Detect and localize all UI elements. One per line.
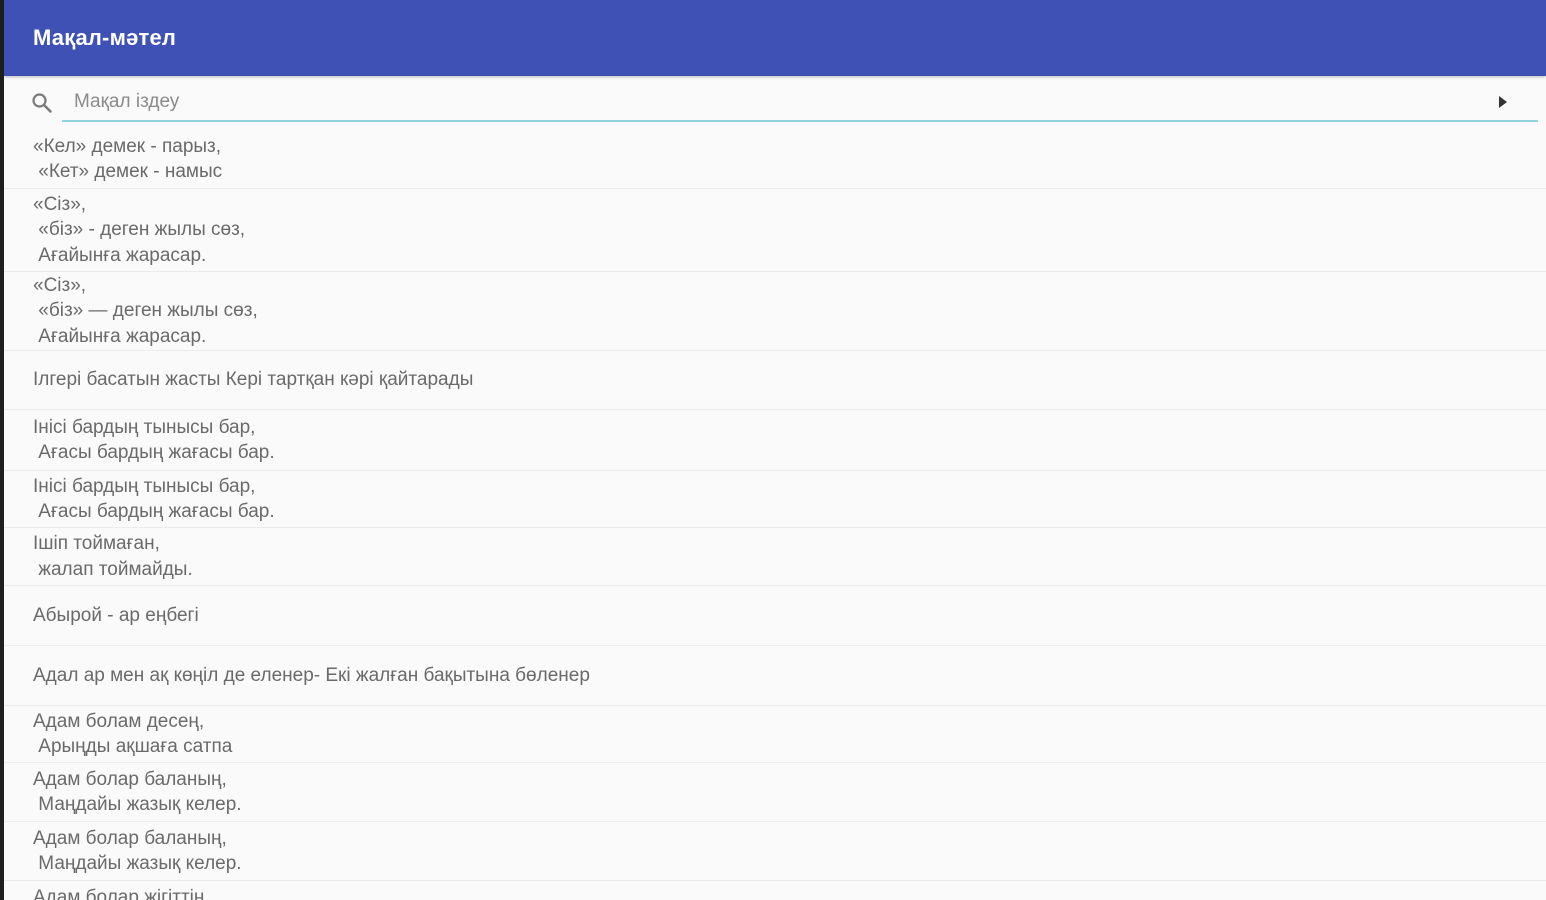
app-title: Мақал-мәтел <box>33 25 177 50</box>
proverb-list[interactable]: «Кел» демек - парыз, «Кет» демек - намыс… <box>4 130 1546 900</box>
list-item[interactable]: Ілгері басатын жасты Кері тартқан кәрі қ… <box>4 351 1546 410</box>
list-item[interactable]: Адам болар баланың, Маңдайы жазық келер. <box>4 763 1546 822</box>
list-item-text: «Кел» демек - парыз, «Кет» демек - намыс <box>33 135 223 183</box>
list-item[interactable]: Адал ар мен ақ көңіл де еленер- Екі жалғ… <box>4 646 1546 706</box>
list-item-text: «Сіз», «біз» - деген жылы сөз, Ағайынға … <box>33 193 246 266</box>
list-item[interactable]: Інісі бардың тынысы бар, Ағасы бардың жа… <box>4 410 1546 471</box>
list-item-text: Адал ар мен ақ көңіл де еленер- Екі жалғ… <box>33 664 590 686</box>
list-item-text: «Сіз», «біз» — деген жылы сөз, Ағайынға … <box>33 274 258 347</box>
app-window: Мақал-мәтел «Кел» демек - парыз, «Кет» д… <box>0 0 1546 900</box>
list-item-text: Адам болар баланың, Маңдайы жазық келер. <box>33 827 242 875</box>
search-bar <box>4 76 1546 130</box>
list-item-text: Адам болар баланың, Маңдайы жазық келер. <box>33 768 242 816</box>
list-item[interactable]: «Сіз», «біз» — деген жылы сөз, Ағайынға … <box>4 272 1546 351</box>
list-item[interactable]: Абырой - ар еңбегі <box>4 586 1546 646</box>
list-item-text: Абырой - ар еңбегі <box>33 604 199 626</box>
list-item[interactable]: «Кел» демек - парыз, «Кет» демек - намыс <box>4 130 1546 189</box>
list-item[interactable]: Адам болам десең, Арыңды ақшаға сатпа <box>4 706 1546 763</box>
list-item-text: Ілгері басатын жасты Кері тартқан кәрі қ… <box>33 369 474 391</box>
list-item[interactable]: Ішіп тоймаған, жалап тоймайды. <box>4 528 1546 586</box>
list-item-text: Адам болар жігіттің <box>33 887 205 900</box>
app-toolbar: Мақал-мәтел <box>4 0 1546 76</box>
list-item[interactable]: Адам болар баланың, Маңдайы жазық келер. <box>4 822 1546 881</box>
list-item[interactable]: «Сіз», «біз» - деген жылы сөз, Ағайынға … <box>4 189 1546 272</box>
list-item-text: Ішіп тоймаған, жалап тоймайды. <box>33 533 193 580</box>
list-item-text: Адам болам десең, Арыңды ақшаға сатпа <box>33 710 233 758</box>
play-arrow-icon[interactable] <box>1496 94 1510 110</box>
list-item-text: Інісі бардың тынысы бар, Ағасы бардың жа… <box>33 475 275 523</box>
left-edge-divider <box>0 0 4 900</box>
search-input[interactable] <box>62 84 1538 122</box>
list-item[interactable]: Інісі бардың тынысы бар, Ағасы бардың жа… <box>4 471 1546 528</box>
list-item-text: Інісі бардың тынысы бар, Ағасы бардың жа… <box>33 416 275 464</box>
list-item[interactable]: Адам болар жігіттің <box>4 881 1546 900</box>
search-icon <box>30 91 54 115</box>
